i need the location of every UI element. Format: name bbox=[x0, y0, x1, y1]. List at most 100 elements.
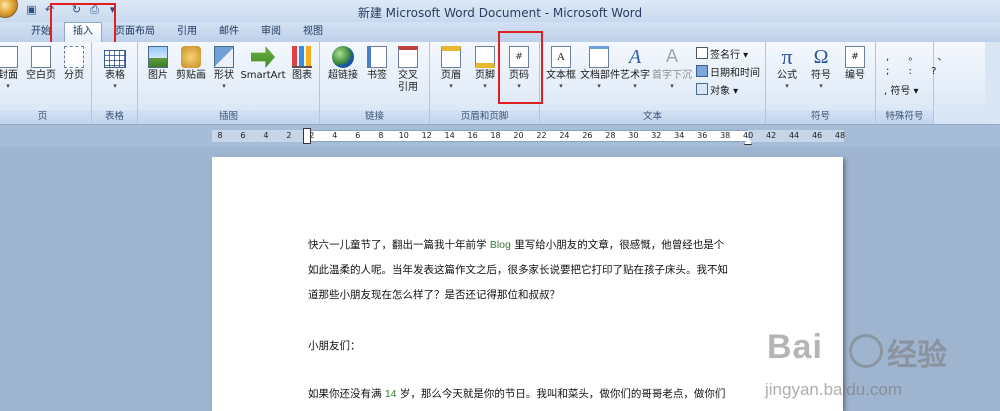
group-text: A 文本框 ▾ 文档部件 ▾ A 艺术字 ▾ A 首字下沉 ▾ 签名行 ▾ 日期和时间 … bbox=[540, 42, 766, 124]
horizontal-ruler: 8 6 4 2 2 4 6 8 10 12 14 16 18 20 22 24 26 28 30 32 34 36 38 40… bbox=[0, 125, 1000, 147]
ruler-tick-label: 16 bbox=[467, 131, 478, 140]
paragraph-1-line-3: 道那些小朋友现在怎么样了？是否还记得那位和叔叔？ bbox=[308, 289, 560, 301]
number-button[interactable]: # 编号 bbox=[840, 46, 870, 82]
ruler-tick-label: 10 bbox=[398, 131, 409, 140]
cross-reference-icon bbox=[398, 46, 418, 68]
blank-page-button[interactable]: 空白页 bbox=[24, 46, 58, 82]
footer-icon bbox=[475, 46, 495, 68]
bookmark-icon bbox=[367, 46, 387, 68]
object-button[interactable]: 对象 ▾ bbox=[696, 82, 738, 97]
ruler-tick-label: 26 bbox=[582, 131, 593, 140]
ruler-tick-label: 14 bbox=[444, 131, 455, 140]
ruler-tick-label: 6 bbox=[240, 131, 246, 140]
ruler-tick-label: 18 bbox=[490, 131, 501, 140]
clip-art-button[interactable]: 剪贴画 bbox=[174, 46, 208, 82]
smartart-icon bbox=[251, 46, 275, 68]
special-symbol-button[interactable]: , 符号 ▾ bbox=[884, 82, 919, 97]
ruler-tick-label: 36 bbox=[697, 131, 708, 140]
ruler-tick-label: 28 bbox=[605, 131, 616, 140]
shapes-icon bbox=[214, 46, 234, 68]
paragraph-3-line-1: 如果你还没有满 14 岁，那么今天就是你的节日。我叫和菜头，做你们的哥哥老点，做… bbox=[308, 388, 726, 400]
page-break-icon bbox=[64, 46, 84, 68]
cover-page-button[interactable]: 封面 ▾ bbox=[0, 46, 22, 90]
punctuation-row-1[interactable]: , 。 、 bbox=[886, 48, 956, 63]
picture-icon bbox=[148, 46, 168, 68]
date-time-button[interactable]: 日期和时间 bbox=[696, 64, 760, 79]
smartart-button[interactable]: SmartArt bbox=[240, 46, 286, 82]
ruler-tick-label: 38 bbox=[720, 131, 731, 140]
ruler-tick-label: 30 bbox=[628, 131, 639, 140]
group-symbols: π 公式 ▾ Ω 符号 ▾ # 编号 符号 bbox=[766, 42, 876, 124]
header-icon bbox=[441, 46, 461, 68]
tab-references[interactable]: 引用 bbox=[170, 23, 204, 41]
ribbon-right-pane bbox=[985, 42, 1000, 124]
ruler-tick-label: 22 bbox=[536, 131, 547, 140]
hyperlink-button[interactable]: 超链接 bbox=[326, 46, 360, 82]
equation-button[interactable]: π 公式 ▾ bbox=[772, 44, 802, 91]
ruler-tick-label: 46 bbox=[811, 131, 823, 140]
object-icon bbox=[696, 83, 708, 95]
group-links: 超链接 书签 交叉 引用 链接 bbox=[320, 42, 430, 124]
quick-parts-button[interactable]: 文档部件 ▾ bbox=[580, 46, 620, 90]
quick-parts-icon bbox=[589, 46, 609, 68]
bookmark-button[interactable]: 书签 bbox=[364, 46, 390, 82]
page-number-highlight bbox=[498, 31, 543, 104]
signature-line-icon bbox=[696, 47, 708, 59]
table-button[interactable]: 表格 ▾ bbox=[100, 46, 130, 90]
ruler-tick-label: 6 bbox=[355, 131, 361, 140]
group-tables: 表格 ▾ 表格 bbox=[92, 42, 138, 124]
signature-line-button[interactable]: 签名行 ▾ bbox=[696, 46, 748, 61]
punctuation-row-2[interactable]: ; : ? bbox=[886, 66, 944, 77]
shapes-button[interactable]: 形状 ▾ bbox=[210, 46, 238, 90]
ruler-tick-label: 4 bbox=[332, 131, 338, 140]
ruler-tick-label: 8 bbox=[217, 131, 223, 140]
clip-art-icon bbox=[181, 46, 201, 68]
ruler-tick-label: 44 bbox=[788, 131, 800, 140]
paragraph-1-line-2: 如此温柔的人呢。当年发表这篇作文之后，很多家长说要把它打印了贴在孩子床头。我不知 bbox=[308, 264, 728, 276]
paw-icon bbox=[849, 334, 883, 368]
ruler-tick-label: 2 bbox=[286, 131, 292, 140]
chart-icon bbox=[292, 46, 312, 68]
page-break-button[interactable]: 分页 bbox=[60, 46, 88, 82]
text-box-icon: A bbox=[551, 46, 571, 68]
window-title: 新建 Microsoft Word Document - Microsoft W… bbox=[357, 6, 643, 20]
calendar-icon bbox=[696, 65, 708, 77]
ruler-tick-label: 8 bbox=[378, 131, 384, 140]
wordart-icon: A bbox=[628, 46, 642, 68]
picture-button[interactable]: 图片 bbox=[144, 46, 172, 82]
tab-review[interactable]: 审阅 bbox=[254, 23, 288, 41]
chart-button[interactable]: 图表 bbox=[288, 46, 316, 82]
insert-tab-highlight bbox=[50, 3, 116, 45]
number-icon: # bbox=[845, 46, 865, 68]
omega-icon: Ω bbox=[813, 46, 829, 68]
baidu-jingyan-watermark: Bai 经验 jingyan.baidu.com bbox=[765, 328, 947, 399]
ruler-tick-label: 4 bbox=[263, 131, 269, 140]
tab-page-layout[interactable]: 页面布局 bbox=[110, 23, 160, 41]
group-pages: 封面 ▾ 空白页 分页 页 bbox=[0, 42, 92, 124]
ruler-tick-label: 42 bbox=[766, 131, 777, 140]
ruler-tick-label: 32 bbox=[651, 131, 662, 140]
group-special-symbols: , 。 、 ; : ? , 符号 ▾ 特殊符号 bbox=[876, 42, 948, 124]
cross-reference-button[interactable]: 交叉 引用 bbox=[394, 46, 422, 94]
pi-icon: π bbox=[781, 44, 793, 69]
cover-page-icon bbox=[0, 46, 18, 68]
indent-marker[interactable] bbox=[303, 128, 311, 144]
drop-cap-button[interactable]: A 首字下沉 ▾ bbox=[652, 46, 692, 90]
group-illustrations: 图片 剪贴画 形状 ▾ SmartArt 图表 插图 bbox=[138, 42, 320, 124]
footer-button[interactable]: 页脚 ▾ bbox=[470, 46, 500, 90]
symbol-button[interactable]: Ω 符号 ▾ bbox=[806, 46, 836, 90]
paragraph-1-line-1: 快六一儿童节了，翻出一篇我十年前学 Blog 里写给小朋友的文章，很感慨，他曾经… bbox=[308, 239, 725, 251]
tab-view[interactable]: 视图 bbox=[296, 23, 330, 41]
tab-mailings[interactable]: 邮件 bbox=[212, 23, 246, 41]
paragraph-2: 小朋友们： bbox=[308, 340, 361, 352]
ruler-tick-label: 34 bbox=[674, 131, 685, 140]
text-box-button[interactable]: A 文本框 ▾ bbox=[544, 46, 578, 90]
globe-icon bbox=[332, 46, 354, 68]
blank-page-icon bbox=[31, 46, 51, 68]
drop-cap-icon: A bbox=[665, 46, 679, 67]
ruler-tick-label: 48 bbox=[834, 131, 846, 140]
wordart-button[interactable]: A 艺术字 ▾ bbox=[620, 46, 650, 90]
document-page[interactable]: 快六一儿童节了，翻出一篇我十年前学 Blog 里写给小朋友的文章，很感慨，他曾经… bbox=[212, 157, 843, 411]
header-button[interactable]: 页眉 ▾ bbox=[436, 46, 466, 90]
ruler-tick-label: 24 bbox=[559, 131, 570, 140]
